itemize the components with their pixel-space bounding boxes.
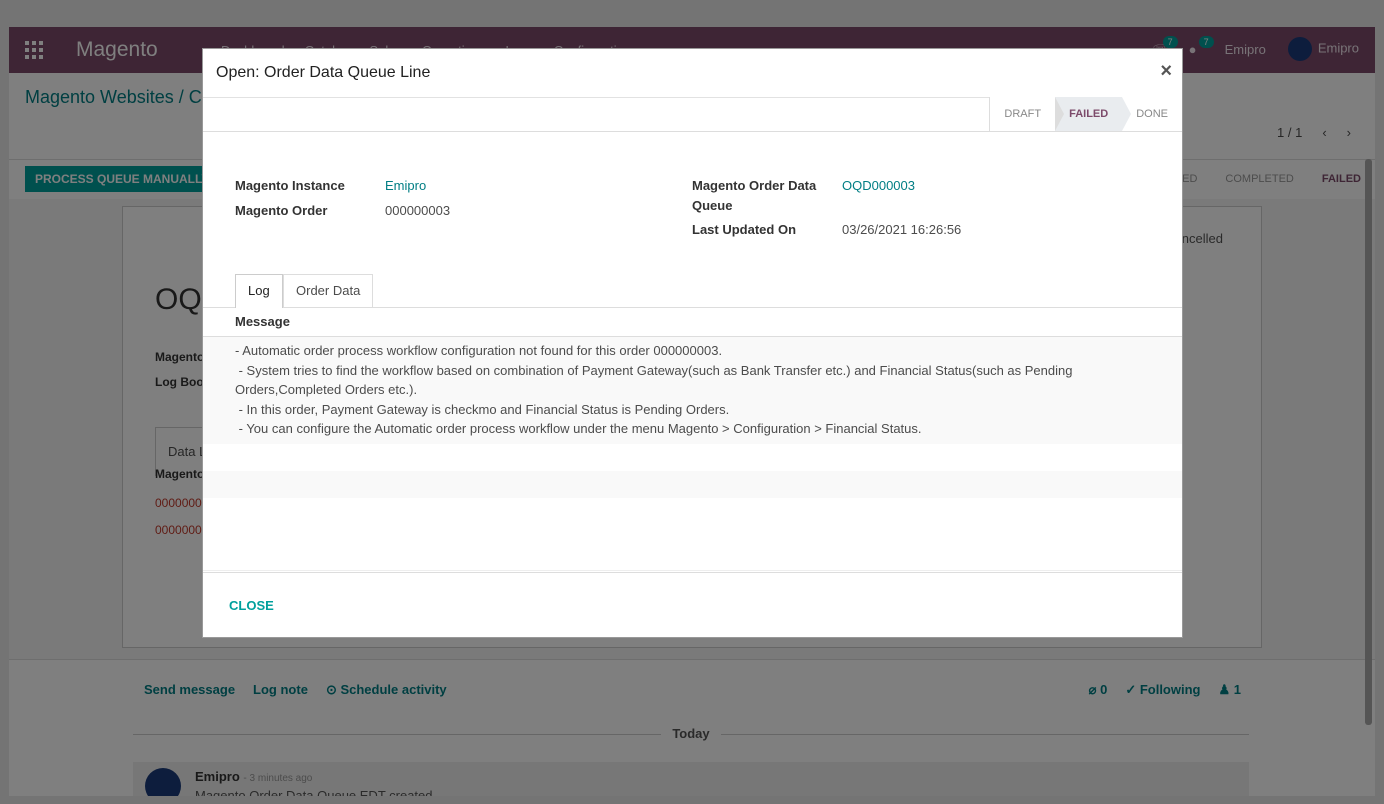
empty-row xyxy=(203,443,1182,471)
log-line: - Automatic order process workflow confi… xyxy=(235,343,723,358)
order-data-queue-label: Magento Order Data Queue xyxy=(692,178,816,219)
last-updated-label: Last Updated On xyxy=(692,222,797,237)
status-step-failed[interactable]: FAILED xyxy=(1055,97,1132,131)
close-button[interactable]: CLOSE xyxy=(229,598,274,613)
order-data-queue-label-line2: Queue xyxy=(692,198,733,213)
dialog-header: Open: Order Data Queue Line × xyxy=(203,49,1182,98)
log-line: - System tries to find the workflow base… xyxy=(235,362,1073,378)
status-steps: DRAFT FAILED DONE xyxy=(989,97,1182,131)
status-step-draft[interactable]: DRAFT xyxy=(990,97,1064,131)
table-row: - Automatic order process workflow confi… xyxy=(203,337,1182,444)
log-line: - You can configure the Automatic order … xyxy=(235,421,922,436)
magento-instance-link[interactable]: Emipro xyxy=(385,178,426,193)
magento-order-value: 000000003 xyxy=(385,203,451,218)
empty-row xyxy=(203,470,1182,498)
magento-order-label: Magento Order xyxy=(235,203,328,218)
dialog-tabs: Log Order Data xyxy=(203,274,1182,308)
dialog-title: Open: Order Data Queue Line xyxy=(216,64,431,81)
close-icon[interactable]: × xyxy=(1160,61,1172,81)
log-line: - In this order, Payment Gateway is chec… xyxy=(235,401,730,417)
order-queue-line-dialog: Open: Order Data Queue Line × DRAFT FAIL… xyxy=(202,48,1183,638)
order-data-queue-link[interactable]: OQD000003 xyxy=(842,178,915,193)
order-data-queue-label-line1: Magento Order Data xyxy=(692,178,817,193)
log-table: Message - Automatic order process workfl… xyxy=(203,307,1182,498)
log-line: Orders,Completed Orders etc.). xyxy=(235,382,418,397)
last-updated-value: 03/26/2021 16:26:56 xyxy=(842,222,962,237)
dialog-footer: CLOSE xyxy=(203,570,1182,637)
magento-instance-label: Magento Instance xyxy=(235,178,345,193)
log-column-message: Message xyxy=(203,307,1182,337)
dialog-statusbar: DRAFT FAILED DONE xyxy=(203,97,1182,132)
tab-log[interactable]: Log xyxy=(235,274,283,308)
tab-order-data[interactable]: Order Data xyxy=(283,274,374,307)
